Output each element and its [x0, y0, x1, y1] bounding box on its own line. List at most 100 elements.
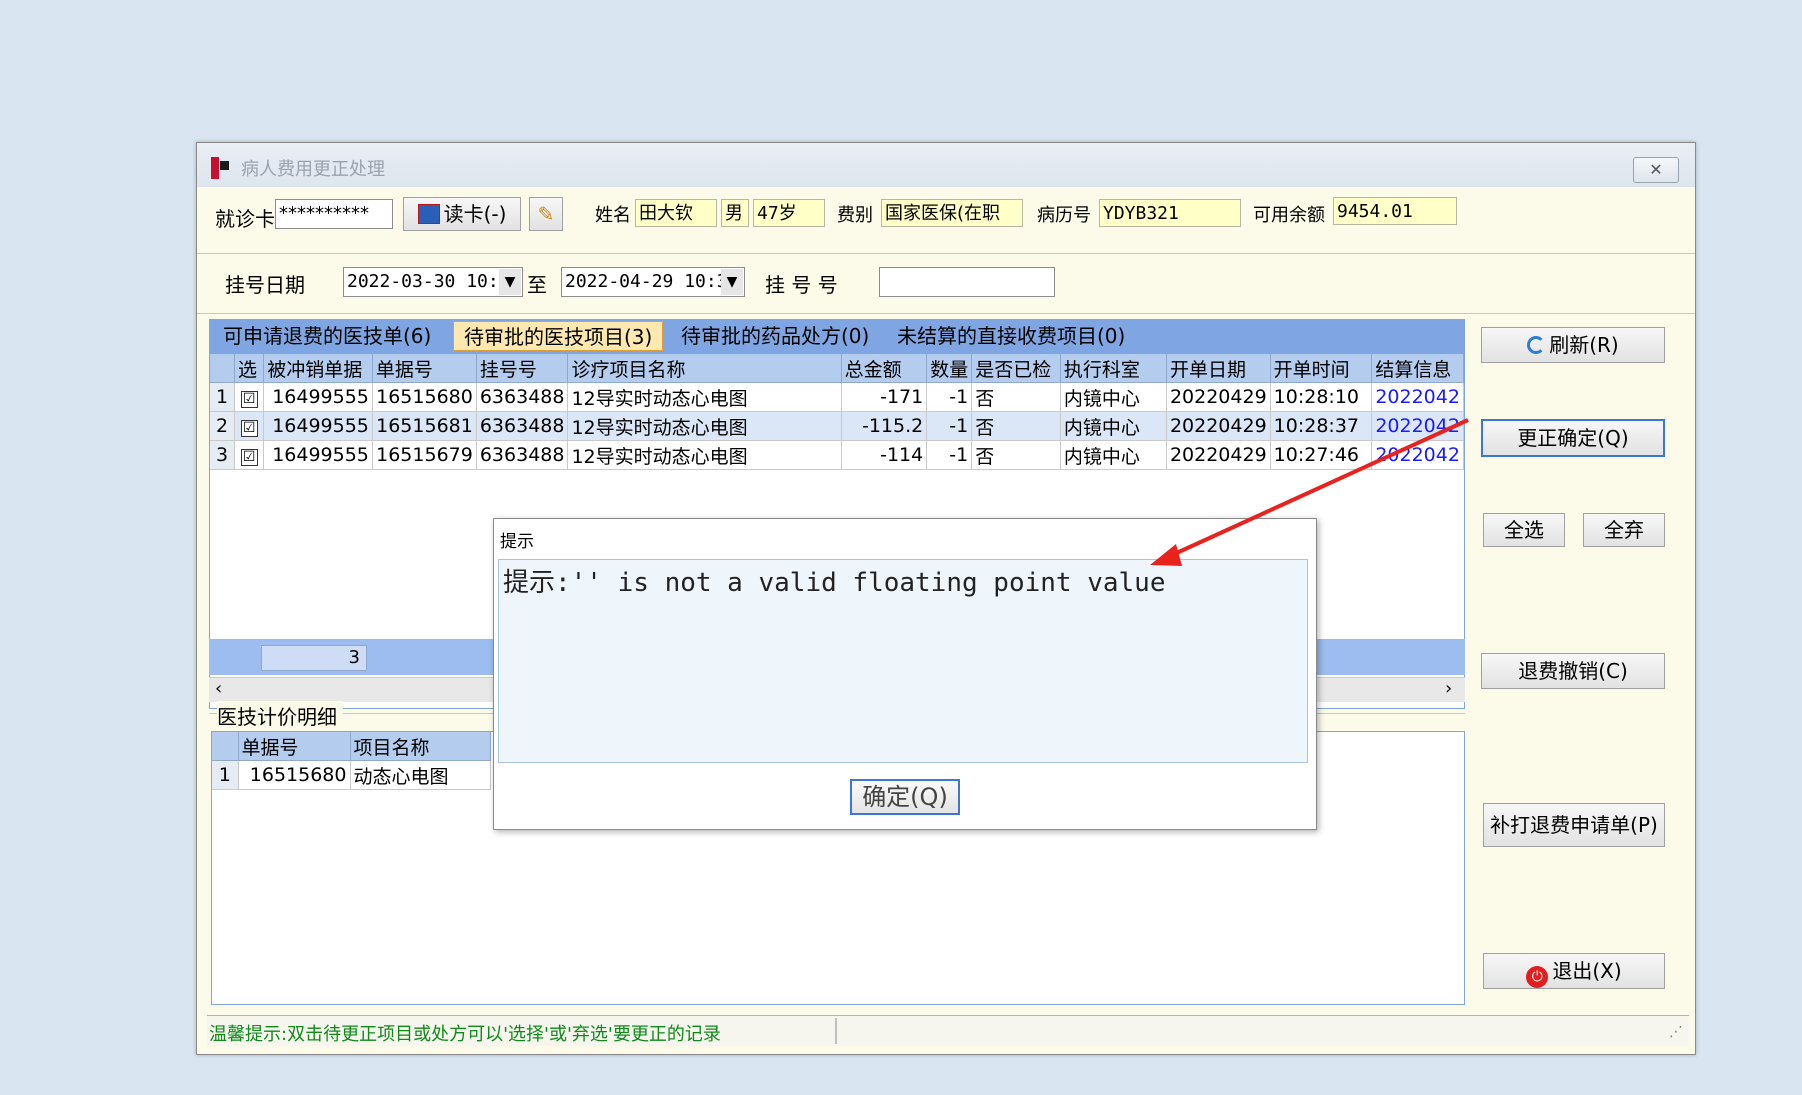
dept-cell: 内镜中心	[1060, 440, 1167, 470]
column-header[interactable]: 结算信息	[1371, 354, 1464, 383]
balance-field: 9454.01	[1333, 197, 1457, 225]
settle-link[interactable]: 2022042	[1371, 382, 1464, 412]
date-from-value: 2022-03-30 10:	[347, 271, 499, 292]
card-reader-icon	[417, 204, 440, 224]
tab-bar: 可申请退费的医技单(6) 待审批的医技项目(3) 待审批的药品处方(0) 未结算…	[209, 319, 1465, 353]
read-card-label: 读卡(-)	[443, 202, 507, 226]
date-from-picker[interactable]: 2022-03-30 10:	[343, 267, 523, 297]
detail-table: 单据号 项目名称 1 16515680 动态心电图	[212, 732, 491, 790]
column-header[interactable]: 单据号	[372, 354, 477, 383]
card-label: 就诊卡	[215, 207, 275, 231]
column-header[interactable]: 项目名称	[350, 732, 491, 761]
reg-no-cell: 6363488	[476, 382, 569, 412]
doc-no-cell: 16515681	[372, 411, 477, 441]
column-header[interactable]: 被冲销单据	[263, 354, 373, 383]
tab-refundable-tech[interactable]: 可申请退费的医技单(6)	[213, 321, 441, 351]
status-separator	[835, 1018, 837, 1044]
divider	[197, 253, 1695, 254]
broom-icon[interactable]: ✎	[529, 197, 563, 231]
read-card-button[interactable]: 读卡(-)	[403, 197, 521, 231]
reg-no-cell: 6363488	[476, 411, 569, 441]
column-header[interactable]: 单据号	[238, 732, 351, 761]
checked-cell: 否	[971, 411, 1061, 441]
table-row[interactable]: 1 16515680 动态心电图	[212, 760, 491, 790]
reprint-request-button[interactable]: 补打退费申请单(P)	[1483, 803, 1665, 847]
column-header[interactable]: 选	[234, 354, 265, 383]
tab-pending-drugs[interactable]: 待审批的药品处方(0)	[671, 321, 879, 351]
table-row[interactable]: 2 ☑ 16499555 16515681 6363488 12导实时动态心电图…	[210, 411, 1464, 441]
item-name-cell: 12导实时动态心电图	[567, 440, 842, 470]
row-checkbox[interactable]: ☑	[234, 382, 265, 412]
item-name-cell: 12导实时动态心电图	[567, 382, 842, 412]
column-header-rownum	[210, 354, 235, 383]
chevron-down-icon[interactable]: ▼	[499, 269, 521, 295]
item-name-cell: 12导实时动态心电图	[567, 411, 842, 441]
reg-no-input[interactable]	[879, 267, 1055, 297]
column-header[interactable]: 诊疗项目名称	[567, 354, 842, 383]
date-cell: 20220429	[1166, 411, 1271, 441]
row-number: 3	[210, 440, 235, 470]
to-label: 至	[527, 273, 547, 297]
fee-type-label: 费别	[837, 205, 873, 226]
dept-cell: 内镜中心	[1060, 382, 1167, 412]
scroll-left-icon[interactable]: ‹	[215, 678, 222, 699]
card-input[interactable]: **********	[275, 199, 393, 229]
chevron-down-icon[interactable]: ▼	[721, 269, 743, 295]
doc-no-cell: 16515680	[372, 382, 477, 412]
title-bar: 病人费用更正处理 ✕	[197, 143, 1695, 187]
amount-cell: -114	[841, 440, 928, 470]
resize-grip-icon[interactable]: ⋰	[1669, 1024, 1683, 1040]
row-number: 2	[210, 411, 235, 441]
date-to-value: 2022-04-29 10:3	[565, 271, 728, 292]
column-header-rownum	[212, 732, 239, 761]
name-label: 姓名	[595, 205, 631, 226]
select-all-button[interactable]: 全选	[1483, 513, 1565, 547]
divider	[197, 313, 1695, 314]
checkbox-icon: ☑	[240, 391, 258, 408]
column-header[interactable]: 总金额	[841, 354, 928, 383]
app-icon	[211, 157, 231, 179]
reg-date-label: 挂号日期	[225, 273, 305, 297]
qty-cell: -1	[926, 411, 973, 441]
settle-link[interactable]: 2022042	[1371, 411, 1464, 441]
row-checkbox[interactable]: ☑	[234, 440, 265, 470]
window-title: 病人费用更正处理	[241, 159, 385, 180]
table-row[interactable]: 1 ☑ 16499555 16515680 6363488 12导实时动态心电图…	[210, 382, 1464, 412]
column-header[interactable]: 开单时间	[1270, 354, 1373, 383]
confirm-correction-button[interactable]: 更正确定(Q)	[1481, 419, 1665, 457]
time-cell: 10:27:46	[1270, 440, 1373, 470]
doc-no-cell: 16515680	[238, 760, 351, 790]
orig-doc-cell: 16499555	[263, 411, 373, 441]
dialog-ok-button[interactable]: 确定(Q)	[850, 779, 960, 815]
date-cell: 20220429	[1166, 382, 1271, 412]
row-checkbox[interactable]: ☑	[234, 411, 265, 441]
close-button[interactable]: ✕	[1633, 157, 1679, 183]
deselect-all-button[interactable]: 全弃	[1583, 513, 1665, 547]
cancel-refund-button[interactable]: 退费撤销(C)	[1481, 653, 1665, 689]
checkbox-icon: ☑	[240, 420, 258, 437]
checked-cell: 否	[971, 440, 1061, 470]
column-header[interactable]: 是否已检	[971, 354, 1061, 383]
table-header-row: 单据号 项目名称	[212, 732, 491, 761]
exit-button[interactable]: ⏻ 退出(X)	[1483, 953, 1665, 989]
column-header[interactable]: 挂号号	[476, 354, 569, 383]
table-row[interactable]: 3 ☑ 16499555 16515679 6363488 12导实时动态心电图…	[210, 440, 1464, 470]
table-header-row: 选 被冲销单据 单据号 挂号号 诊疗项目名称 总金额 数量 是否已检 执行科室 …	[210, 354, 1464, 383]
column-header[interactable]: 数量	[926, 354, 973, 383]
qty-cell: -1	[926, 440, 973, 470]
tab-unsettled-items[interactable]: 未结算的直接收费项目(0)	[887, 321, 1135, 351]
settle-link[interactable]: 2022042	[1371, 440, 1464, 470]
grid-footer-count: 3	[261, 645, 367, 671]
column-header[interactable]: 执行科室	[1060, 354, 1167, 383]
tab-pending-tech[interactable]: 待审批的医技项目(3)	[453, 321, 664, 351]
amount-cell: -115.2	[841, 411, 928, 441]
doc-no-cell: 16515679	[372, 440, 477, 470]
gender-field: 男	[721, 199, 749, 227]
date-to-picker[interactable]: 2022-04-29 10:3	[561, 267, 745, 297]
exit-label: 退出(X)	[1552, 959, 1622, 983]
column-header[interactable]: 开单日期	[1166, 354, 1271, 383]
amount-cell: -171	[841, 382, 928, 412]
refresh-button[interactable]: 刷新(R)	[1481, 327, 1665, 363]
refresh-label: 刷新(R)	[1549, 333, 1619, 357]
scroll-right-icon[interactable]: ›	[1445, 678, 1452, 699]
